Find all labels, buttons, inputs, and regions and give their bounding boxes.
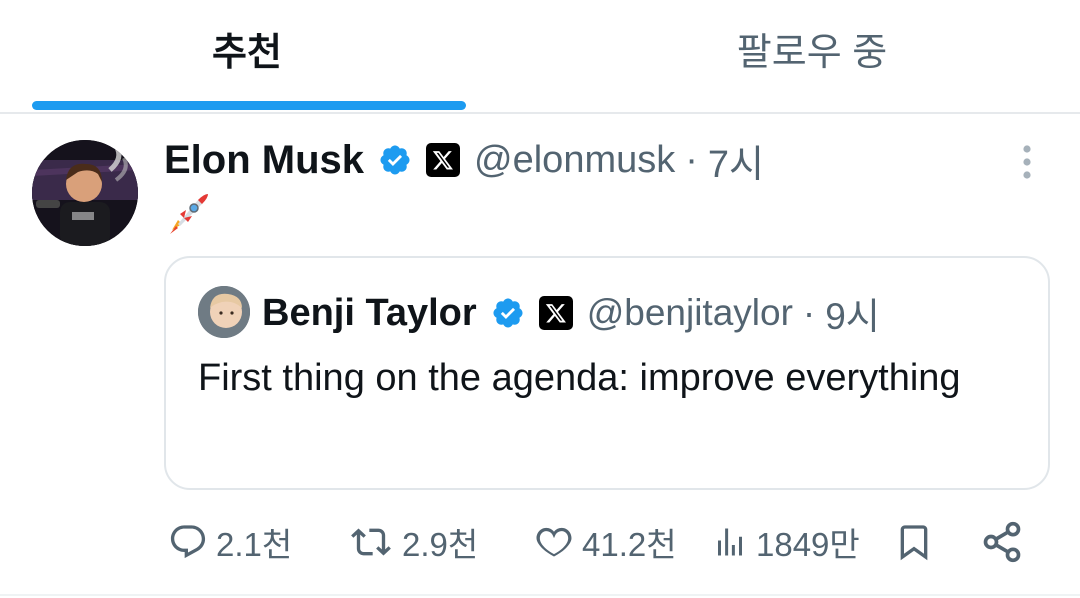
timeline-tabs: 추천 팔로우 중 <box>0 0 1080 114</box>
like-button[interactable]: 41.2천 <box>534 514 677 570</box>
repost-count: 2.9천 <box>402 526 479 563</box>
rocket-emoji <box>170 194 208 234</box>
separator-dot: · <box>685 138 698 181</box>
author-avatar[interactable] <box>32 140 138 246</box>
quoted-author-handle: @benjitaylor <box>586 292 793 333</box>
post-header: Elon Musk @elonmusk · 7시 <box>164 134 764 186</box>
post-divider <box>0 594 1080 596</box>
author-handle[interactable]: @elonmusk <box>474 139 675 182</box>
quoted-author-avatar <box>198 286 250 338</box>
separator-dot: · <box>802 292 816 333</box>
quoted-post[interactable]: Benji Taylor @benjitaylor · 9시 First thi… <box>164 256 1050 490</box>
views-icon <box>718 528 742 556</box>
tab-following-label: 팔로우 중 <box>736 31 888 74</box>
share-button[interactable] <box>980 514 1024 570</box>
like-count: 41.2천 <box>582 526 677 563</box>
quoted-post-text: First thing on the agenda: improve every… <box>198 357 961 399</box>
author-name[interactable]: Elon Musk <box>164 138 364 183</box>
post-action-bar: 2.1천 2.9천 41.2천 1849만 <box>0 514 1080 570</box>
tab-recommended-label: 추천 <box>212 31 282 74</box>
share-icon <box>983 521 1021 563</box>
x-logo-icon <box>426 143 461 177</box>
tab-recommended[interactable]: 추천 <box>0 0 500 112</box>
bookmark-button[interactable] <box>894 514 934 570</box>
reply-icon <box>170 525 206 559</box>
views-button[interactable]: 1849만 <box>712 514 860 570</box>
bookmark-icon <box>900 525 928 561</box>
verified-badge-icon <box>380 145 410 175</box>
post-time[interactable]: 7시 <box>708 133 764 188</box>
verified-badge-icon <box>493 298 523 328</box>
more-vertical-icon[interactable] <box>1010 144 1044 180</box>
reply-button[interactable]: 2.1천 <box>168 514 292 570</box>
quoted-post-time: 9시 <box>825 296 880 337</box>
quoted-author-name: Benji Taylor <box>262 291 477 334</box>
reply-count: 2.1천 <box>216 526 293 563</box>
quoted-post-header: Benji Taylor @benjitaylor · 9시 <box>262 288 880 338</box>
repost-button[interactable]: 2.9천 <box>348 514 478 570</box>
view-count: 1849만 <box>756 526 860 563</box>
like-icon <box>536 527 572 557</box>
active-tab-indicator <box>32 101 466 110</box>
repost-icon <box>351 528 391 556</box>
tab-following[interactable]: 팔로우 중 <box>500 0 1080 112</box>
x-logo-icon <box>538 296 573 330</box>
